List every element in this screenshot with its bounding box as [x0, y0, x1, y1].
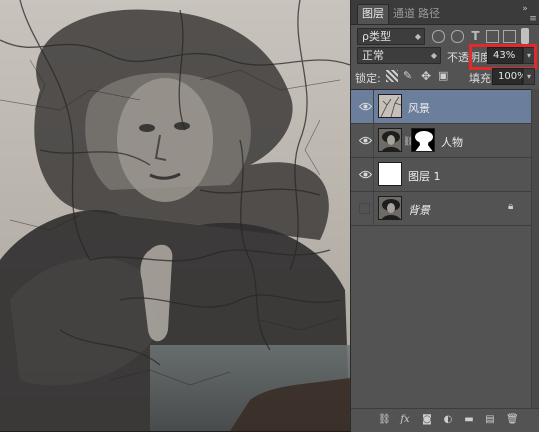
- fx-icon[interactable]: fx: [399, 414, 411, 426]
- layer-mask-thumbnail[interactable]: [411, 128, 435, 152]
- layers-footer: ⛓ fx ◙ ◐ ▬ ▤ 🗑︎: [351, 408, 539, 432]
- filter-kind-label: ρ类型: [362, 30, 391, 43]
- chevron-down-icon: ◆: [430, 51, 437, 60]
- layer-thumbnail: [378, 162, 402, 186]
- layer-thumbnail: [378, 128, 402, 152]
- collapse-icon[interactable]: »: [519, 4, 531, 14]
- lock-all-icon[interactable]: ▣: [438, 70, 450, 82]
- filter-toggle-icon[interactable]: [521, 28, 529, 44]
- lock-icon: 🔒︎: [508, 201, 514, 212]
- layers-scrollbar[interactable]: [531, 89, 539, 408]
- document-canvas[interactable]: [0, 0, 350, 431]
- trash-icon[interactable]: 🗑︎: [506, 414, 519, 426]
- portrait-thumbnail-icon: [382, 131, 400, 151]
- eye-icon[interactable]: [359, 101, 372, 112]
- visibility-toggle-empty[interactable]: [359, 203, 370, 214]
- layer-name[interactable]: 人物: [441, 134, 463, 150]
- layer-separator: [373, 192, 374, 225]
- filter-type-icon[interactable]: T: [469, 30, 482, 43]
- layer-row[interactable]: 背景 🔒︎: [351, 192, 531, 226]
- blend-mode-dropdown[interactable]: 正常 ◆: [357, 47, 441, 64]
- filter-kind-dropdown[interactable]: ρ类型 ◆: [357, 28, 425, 45]
- layer-name[interactable]: 背景: [408, 202, 430, 218]
- mask-icon[interactable]: ◙: [421, 414, 433, 426]
- lock-brush-icon[interactable]: ✎: [403, 70, 415, 82]
- filter-shape-icon[interactable]: [486, 30, 499, 43]
- filter-smart-object-icon[interactable]: [503, 30, 516, 43]
- lock-row: 锁定: ✎ ✥ ▣ 填充: 100% ▾: [351, 66, 539, 88]
- layer-separator: [373, 158, 374, 191]
- layers-list: 风景 ⛓ 人物 图层 1 背景 🔒︎: [351, 89, 539, 409]
- eye-icon[interactable]: [359, 169, 372, 180]
- fill-label: 填充:: [469, 72, 495, 85]
- lock-move-icon[interactable]: ✥: [421, 70, 433, 82]
- adjustment-icon[interactable]: ◐: [442, 414, 454, 426]
- layer-name[interactable]: 风景: [408, 100, 430, 116]
- scenery-thumbnail-icon: [380, 96, 401, 117]
- layer-thumbnail: [378, 196, 402, 220]
- filter-pixel-icon[interactable]: [432, 30, 445, 43]
- layer-row[interactable]: ⛓ 人物: [351, 124, 531, 158]
- layer-row[interactable]: 图层 1: [351, 158, 531, 192]
- tab-paths[interactable]: 路径: [414, 5, 444, 24]
- chevron-down-icon: ◆: [414, 32, 421, 41]
- layer-thumbnail: [378, 94, 402, 118]
- lock-label: 锁定:: [355, 72, 381, 85]
- filter-adjustment-icon[interactable]: [451, 30, 464, 43]
- blend-mode-label: 正常: [362, 49, 384, 62]
- layers-panel: 图层 通道 路径 » ≡ ρ类型 ◆ T 正常 ◆ 不透明度: 43% ▾ 锁定: …: [350, 0, 539, 432]
- link-icon[interactable]: ⛓: [378, 414, 391, 426]
- layer-row[interactable]: 风景: [351, 90, 531, 124]
- portrait-thumbnail-icon: [382, 199, 400, 219]
- layer-separator: [373, 90, 374, 123]
- panel-tab-bar: 图层 通道 路径 » ≡: [351, 0, 539, 25]
- tab-layers[interactable]: 图层: [357, 4, 389, 24]
- lock-transparency-icon[interactable]: [386, 70, 398, 82]
- group-icon[interactable]: ▬: [463, 414, 475, 426]
- fill-field[interactable]: 100%: [492, 68, 527, 85]
- layer-separator: [373, 124, 374, 157]
- fill-arrow-icon[interactable]: ▾: [523, 68, 535, 85]
- new-layer-icon[interactable]: ▤: [484, 414, 496, 426]
- mask-silhouette-icon: [415, 131, 433, 151]
- layer-name[interactable]: 图层 1: [408, 168, 441, 184]
- double-exposure-image: [0, 0, 350, 431]
- eye-icon[interactable]: [359, 135, 372, 146]
- panel-menu-icon[interactable]: ≡: [527, 14, 539, 24]
